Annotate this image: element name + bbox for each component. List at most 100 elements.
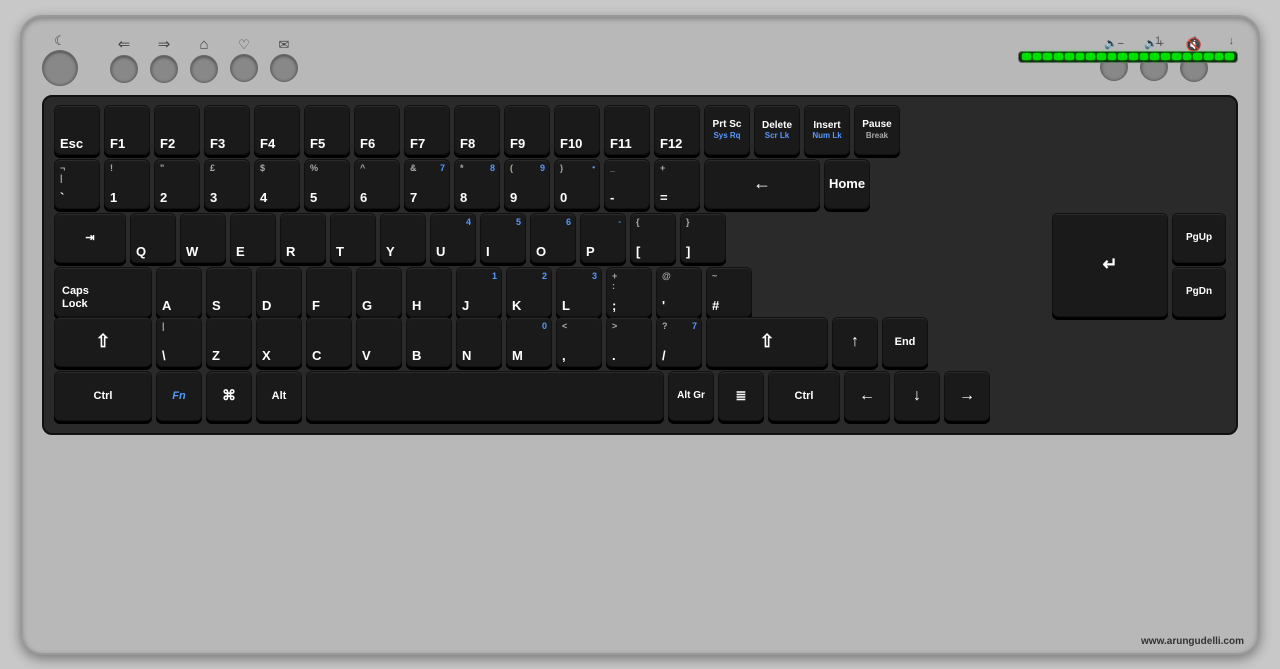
key-lctrl[interactable]: Ctrl (54, 371, 152, 421)
key-enter[interactable]: ↵ (1052, 213, 1168, 317)
key-z[interactable]: Z (206, 317, 252, 367)
key-2[interactable]: " 2 (154, 159, 200, 209)
home-button[interactable]: ⌂ (190, 37, 218, 83)
key-d[interactable]: D (256, 267, 302, 317)
key-pause[interactable]: Pause Break (854, 105, 900, 155)
key-esc[interactable]: Esc (54, 105, 100, 155)
key-lalt[interactable]: Alt (256, 371, 302, 421)
key-6[interactable]: ^ 6 (354, 159, 400, 209)
key-home[interactable]: Home (824, 159, 870, 209)
key-5[interactable]: % 5 (304, 159, 350, 209)
key-0[interactable]: ) • 0 (554, 159, 600, 209)
key-f3[interactable]: F3 (204, 105, 250, 155)
key-e[interactable]: E (230, 213, 276, 263)
key-pgdn[interactable]: PgDn (1172, 267, 1226, 317)
key-r[interactable]: R (280, 213, 326, 263)
key-equals[interactable]: + = (654, 159, 700, 209)
pgup-pgdn-area: PgUp PgDn (1172, 213, 1226, 317)
key-7[interactable]: & 7 7 (404, 159, 450, 209)
key-f2[interactable]: F2 (154, 105, 200, 155)
key-l[interactable]: 3 L (556, 267, 602, 317)
fn-row: Esc F1 F2 F3 F4 F5 F6 F7 F8 F9 F10 F11 F… (54, 105, 1226, 155)
key-s[interactable]: S (206, 267, 252, 317)
key-f11[interactable]: F11 (604, 105, 650, 155)
key-end[interactable]: End (882, 317, 928, 367)
key-f8[interactable]: F8 (454, 105, 500, 155)
key-c[interactable]: C (306, 317, 352, 367)
favorites-button[interactable]: ♡ (230, 38, 258, 82)
key-f4[interactable]: F4 (254, 105, 300, 155)
key-lshift[interactable]: ⇧ (54, 317, 152, 367)
key-n[interactable]: N (456, 317, 502, 367)
num-lock-label: 1 (1155, 35, 1161, 47)
key-x[interactable]: X (256, 317, 302, 367)
key-h[interactable]: H (406, 267, 452, 317)
key-f6[interactable]: F6 (354, 105, 400, 155)
key-f9[interactable]: F9 (504, 105, 550, 155)
forward-button[interactable]: ⇒ (150, 37, 178, 83)
key-j[interactable]: 1 J (456, 267, 502, 317)
key-up[interactable]: ↑ (832, 317, 878, 367)
key-period[interactable]: > . (606, 317, 652, 367)
key-f12[interactable]: F12 (654, 105, 700, 155)
key-pgup[interactable]: PgUp (1172, 213, 1226, 263)
key-u[interactable]: 4 U (430, 213, 476, 263)
key-super[interactable]: ⌘ (206, 371, 252, 421)
key-a[interactable]: A (156, 267, 202, 317)
key-w[interactable]: W (180, 213, 226, 263)
key-hash[interactable]: ~ # (706, 267, 752, 317)
key-v[interactable]: V (356, 317, 402, 367)
key-prtsc[interactable]: Prt Sc Sys Rq (704, 105, 750, 155)
key-down[interactable]: ↓ (894, 371, 940, 421)
key-k[interactable]: 2 K (506, 267, 552, 317)
key-f5[interactable]: F5 (304, 105, 350, 155)
key-fn[interactable]: Fn (156, 371, 202, 421)
key-rbracket[interactable]: } ] (680, 213, 726, 263)
key-tab[interactable]: ⇥ (54, 213, 126, 263)
key-menu[interactable]: ≣ (718, 371, 764, 421)
back-button[interactable]: ⇐ (110, 37, 138, 83)
key-right[interactable]: → (944, 371, 990, 421)
key-left[interactable]: ← (844, 371, 890, 421)
home-circle (190, 55, 218, 83)
key-y[interactable]: Y (380, 213, 426, 263)
key-1[interactable]: ! 1 (104, 159, 150, 209)
key-t[interactable]: T (330, 213, 376, 263)
key-delete[interactable]: Delete Scr Lk (754, 105, 800, 155)
key-p[interactable]: - P (580, 213, 626, 263)
key-8[interactable]: * 8 8 (454, 159, 500, 209)
key-m[interactable]: 0 M (506, 317, 552, 367)
sleep-button[interactable]: ☾ (42, 34, 78, 86)
key-backspace[interactable]: ← (704, 159, 820, 209)
number-row: ¬| ` ! 1 " 2 £ 3 $ 4 % 5 (54, 159, 1226, 209)
key-rctrl[interactable]: Ctrl (768, 371, 840, 421)
key-insert[interactable]: Insert Num Lk (804, 105, 850, 155)
key-b[interactable]: B (406, 317, 452, 367)
key-minus[interactable]: _ - (604, 159, 650, 209)
key-slash[interactable]: ? 7 / (656, 317, 702, 367)
key-9[interactable]: ( 9 9 (504, 159, 550, 209)
key-o[interactable]: 6 O (530, 213, 576, 263)
key-rshift[interactable]: ⇧ (706, 317, 828, 367)
key-i[interactable]: 5 I (480, 213, 526, 263)
key-3[interactable]: £ 3 (204, 159, 250, 209)
key-semicolon[interactable]: +: ; (606, 267, 652, 317)
key-quote[interactable]: @ ' (656, 267, 702, 317)
favorites-circle (230, 54, 258, 82)
key-q[interactable]: Q (130, 213, 176, 263)
key-g[interactable]: G (356, 267, 402, 317)
mail-button[interactable]: ✉ (270, 38, 298, 82)
scroll-lock-label: ↓ (1229, 35, 1235, 47)
key-space[interactable] (306, 371, 664, 421)
key-f10[interactable]: F10 (554, 105, 600, 155)
key-lbracket[interactable]: { [ (630, 213, 676, 263)
key-backtick[interactable]: ¬| ` (54, 159, 100, 209)
key-altgr[interactable]: Alt Gr (668, 371, 714, 421)
key-f[interactable]: F (306, 267, 352, 317)
key-backslash[interactable]: | \ (156, 317, 202, 367)
key-4[interactable]: $ 4 (254, 159, 300, 209)
key-f7[interactable]: F7 (404, 105, 450, 155)
key-comma[interactable]: < , (556, 317, 602, 367)
key-f1[interactable]: F1 (104, 105, 150, 155)
key-capslock[interactable]: CapsLock (54, 267, 152, 317)
